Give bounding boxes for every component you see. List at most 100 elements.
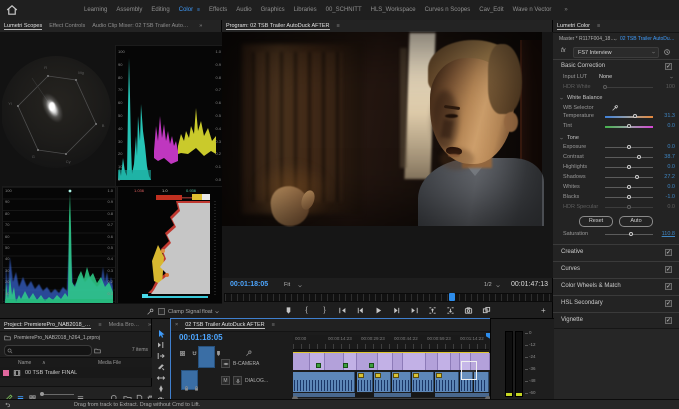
filter-bin-icon[interactable] [94,347,101,354]
master-clip-dropdown[interactable]: Master * R117F004_180… [559,36,617,42]
chevron-down-icon[interactable] [559,136,564,141]
section-hsl-secondary[interactable]: HSL Secondary✓ [553,295,679,310]
find-icon[interactable] [110,390,119,399]
home-icon[interactable] [5,4,19,16]
selection-tool[interactable] [156,325,166,335]
step-back-button[interactable] [354,304,367,316]
tab-audio-clip-mixer-02-tsb-traile[interactable]: Audio Clip Mixer: 02 TSB Trailer AutoDuc… [92,23,192,29]
auto-button[interactable]: Auto [619,216,653,227]
add-marker-icon[interactable] [215,350,222,357]
section-creative[interactable]: Creative✓ [553,244,679,259]
workspace-tab-cav-edit[interactable]: Cav_Edit [479,7,503,13]
program-tab[interactable]: Program: 02 TSB Trailer AutoDuck AFTER [226,23,330,30]
eyedropper-icon[interactable] [611,104,619,112]
audio-track-a2[interactable] [293,393,489,397]
section-checkbox[interactable]: ✓ [665,283,672,290]
audio-track-a1[interactable] [293,372,489,392]
slider-handle[interactable] [627,165,631,169]
panel-menu-icon[interactable]: ≡ [597,23,600,29]
highlights-value[interactable]: 0.0 [653,164,675,170]
export-frame-button[interactable] [462,304,475,316]
snap-magnet-icon[interactable] [191,350,198,357]
temperature-slider[interactable] [605,116,653,118]
basic-correction-header[interactable]: Basic Correction [561,63,605,69]
tab-overflow-icon[interactable]: » [148,322,151,328]
lumetri-tab[interactable]: Lumetri Color [557,23,590,30]
column-name[interactable]: Name [18,360,31,366]
section-checkbox[interactable]: ✓ [665,266,672,273]
timeline-timecode[interactable]: 00:01:18:05 [179,333,223,342]
contrast-slider[interactable] [605,157,653,158]
close-icon[interactable]: × [175,322,178,328]
video-clip[interactable] [393,353,403,370]
slider-handle[interactable] [637,155,641,159]
tint-value[interactable]: 0.0 [653,123,675,129]
audio-clip[interactable] [293,372,355,392]
extract-button[interactable] [444,304,457,316]
sequence-clip-link[interactable]: 02 TSB Trailer AutoDu… [620,36,675,42]
slider-handle[interactable] [627,195,631,199]
preset-dropdown[interactable]: FS7 Interview [573,47,659,58]
new-item-icon[interactable] [135,390,144,399]
playback-resolution-dropdown[interactable]: 1/2 [484,282,492,288]
mark-out-button[interactable]: } [318,304,331,316]
reset-effect-icon[interactable] [663,48,671,56]
track-select-forward-tool[interactable] [156,336,166,346]
slider-handle[interactable] [627,185,631,189]
workspace-tab-editing[interactable]: Editing [151,7,169,13]
input-lut-dropdown[interactable]: None [599,74,612,80]
program-playhead[interactable] [449,293,455,301]
zoom-slider[interactable] [42,394,74,395]
audio-clip[interactable] [293,393,355,397]
tab-lumetri-scopes[interactable]: Lumetri Scopes [4,23,42,30]
video-clip[interactable] [357,353,378,370]
slider-handle[interactable] [633,114,637,118]
sequence-tab[interactable]: 02 TSB Trailer AutoDuck AFTER [185,322,264,329]
basic-correction-checkbox[interactable]: ✓ [665,63,672,70]
workspace-tab-effects[interactable]: Effects [209,7,227,13]
icon-view[interactable] [28,390,37,399]
whites-value[interactable]: 0.0 [653,184,675,190]
workspace-tab-color[interactable]: Color [179,7,193,13]
fit-dropdown[interactable]: Fit [284,282,290,288]
slider-handle[interactable] [627,145,631,149]
chevron-down-icon[interactable] [559,96,564,101]
section-checkbox[interactable]: ✓ [665,317,672,324]
hdr-specular-value[interactable]: 0.0 [653,204,675,210]
panel-menu-icon[interactable]: ≡ [272,322,275,328]
video-track-v1[interactable] [293,353,489,370]
audio-clip[interactable] [435,393,489,397]
section-checkbox[interactable]: ✓ [665,249,672,256]
workspace-tab-hls-workspace[interactable]: HLS_Workspace [371,7,416,13]
workspace-tab-00-schnitt[interactable]: 00_SCHNITT [326,7,362,13]
media-browser-tab[interactable]: Media Browser [109,322,141,328]
project-list-item[interactable]: 00 TSB Trailer FINAL [0,367,152,378]
go-to-out-button[interactable] [408,304,421,316]
tab-overflow-icon[interactable]: » [564,7,567,13]
zoom-slider-handle[interactable] [40,392,44,396]
workspace-tab-audio[interactable]: Audio [236,7,251,13]
workspace-tab-learning[interactable]: Learning [84,7,107,13]
new-bin-icon[interactable] [123,390,132,399]
shadows-slider[interactable] [605,177,653,178]
video-clip[interactable] [438,353,451,370]
clip-name[interactable]: 00 TSB Trailer FINAL [25,370,77,376]
track-lock-icon[interactable] [193,385,200,392]
breadcrumb[interactable]: PremierePro_NAB2018_h264_1.prproj [14,335,100,341]
audio-track-header[interactable]: M DIALOG... [221,376,268,385]
exposure-value[interactable]: 0.0 [653,144,675,150]
section-vignette[interactable]: Vignette✓ [553,312,679,327]
temperature-value[interactable]: 31.3 [653,113,675,119]
white-balance-header[interactable]: White Balance [567,95,602,101]
section-checkbox[interactable]: ✓ [665,300,672,307]
undo-history-icon[interactable] [4,401,11,408]
track-mute-toggle[interactable]: M [221,376,230,385]
contrast-value[interactable]: 38.7 [653,154,675,160]
program-scrubber[interactable] [224,293,553,302]
step-forward-button[interactable] [390,304,403,316]
shadows-value[interactable]: 27.2 [653,174,675,180]
blacks-value[interactable]: -1.0 [653,194,675,200]
nest-toggle-icon[interactable] [179,350,186,357]
scope-format-dropdown[interactable]: float [202,309,212,315]
project-tab[interactable]: Project: PremierePro_NAB2018_h264_1 [4,322,91,329]
